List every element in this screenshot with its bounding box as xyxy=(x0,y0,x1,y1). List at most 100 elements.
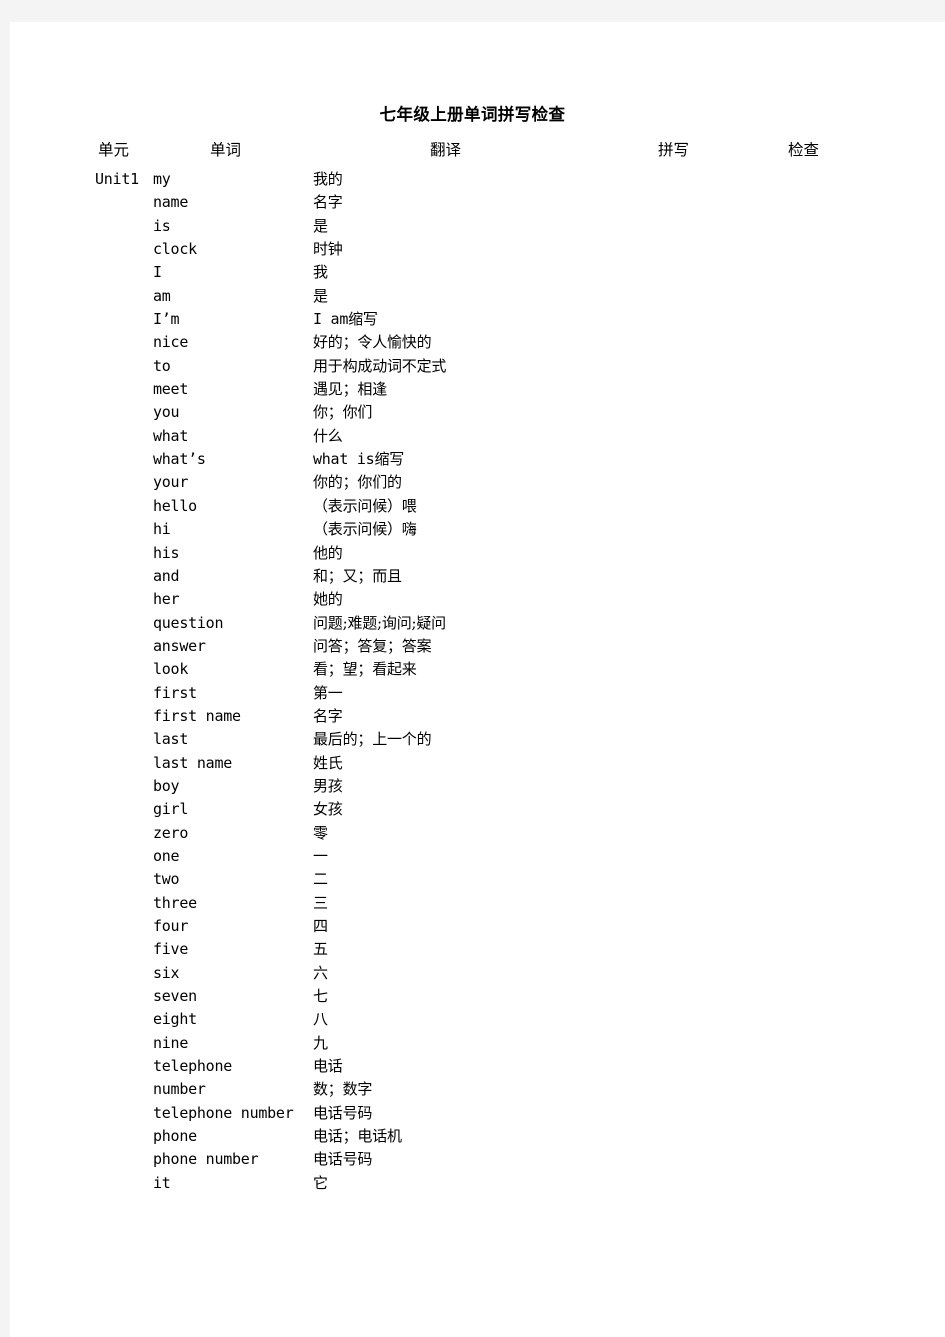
table-row: last name 姓氏 xyxy=(10,752,945,775)
table-row: one 一 xyxy=(10,845,945,868)
table-row: last 最后的；上一个的 xyxy=(10,728,945,751)
cell-translation: 六 xyxy=(313,963,328,982)
cell-translation: 电话；电话机 xyxy=(313,1127,402,1146)
table-row: what 什么 xyxy=(10,425,945,448)
cell-word: hello xyxy=(153,496,197,515)
cell-word: three xyxy=(153,893,197,912)
cell-translation: 什么 xyxy=(313,426,343,445)
cell-word: nice xyxy=(153,333,189,352)
cell-word: first xyxy=(153,683,197,702)
cell-word: to xyxy=(153,356,171,375)
cell-word: what xyxy=(153,426,189,445)
page-sheet: 七年级上册单词拼写检查 单元 单词 翻译 拼写 检查 Unit1 my 我的 name… xyxy=(10,22,945,1337)
table-row: girl 女孩 xyxy=(10,798,945,821)
table-row: nice 好的；令人愉快的 xyxy=(10,331,945,354)
cell-word: girl xyxy=(153,800,189,819)
cell-translation: 名字 xyxy=(313,193,343,212)
table-row: to 用于构成动词不定式 xyxy=(10,355,945,378)
cell-word: answer xyxy=(153,636,206,655)
table-row: what’s what is缩写 xyxy=(10,448,945,471)
table-row: your 你的；你们的 xyxy=(10,471,945,494)
column-header-check: 检查 xyxy=(788,141,820,159)
cell-word: clock xyxy=(153,240,197,259)
cell-translation: 是 xyxy=(313,216,328,235)
table-row: I’m I am缩写 xyxy=(10,308,945,331)
cell-translation: 名字 xyxy=(313,706,343,725)
table-row: nine 九 xyxy=(10,1032,945,1055)
table-row: meet 遇见；相逢 xyxy=(10,378,945,401)
table-row: first 第一 xyxy=(10,682,945,705)
table-row: I我 xyxy=(10,261,945,284)
cell-word: phone xyxy=(153,1127,197,1146)
cell-word: last xyxy=(153,730,189,749)
cell-word: zero xyxy=(153,823,189,842)
cell-translation: 五 xyxy=(313,940,328,959)
cell-translation: 问题;难题;询问;疑问 xyxy=(313,613,446,632)
cell-translation: 他的 xyxy=(313,543,343,562)
page-margin-frame: 七年级上册单词拼写检查 单元 单词 翻译 拼写 检查 Unit1 my 我的 name… xyxy=(0,0,945,1337)
cell-translation: 电话 xyxy=(313,1057,343,1076)
table-row: seven 七 xyxy=(10,985,945,1008)
cell-translation: 你；你们 xyxy=(313,403,373,422)
cell-translation: 它 xyxy=(313,1173,328,1192)
cell-translation: 九 xyxy=(313,1033,328,1052)
cell-word: nine xyxy=(153,1033,189,1052)
table-row: name 名字 xyxy=(10,191,945,214)
cell-word: telephone number xyxy=(153,1103,294,1122)
cell-word: what’s xyxy=(153,450,206,469)
cell-word: four xyxy=(153,917,189,935)
cell-translation: 第一 xyxy=(313,683,343,702)
cell-translation: 看；望；看起来 xyxy=(313,660,417,679)
column-header-translation: 翻译 xyxy=(430,141,462,159)
cell-word: look xyxy=(153,660,189,679)
cell-translation: 是 xyxy=(313,286,328,305)
table-row: telephone number 电话号码 xyxy=(10,1102,945,1125)
table-row: you 你；你们 xyxy=(10,401,945,424)
cell-translation: 一 xyxy=(313,846,328,865)
table-header-row: 单元 单词 翻译 拼写 检查 xyxy=(10,139,945,165)
cell-translation: （表示问候）嗨 xyxy=(313,520,417,539)
table-row: Unit1 my 我的 xyxy=(10,168,945,191)
table-row: boy 男孩 xyxy=(10,775,945,798)
cell-word: I xyxy=(153,263,162,282)
table-row: hi （表示问候）嗨 xyxy=(10,518,945,541)
table-row: six 六 xyxy=(10,962,945,985)
cell-word: number xyxy=(153,1080,206,1099)
cell-word: six xyxy=(153,963,180,982)
table-row: number 数；数字 xyxy=(10,1078,945,1101)
cell-translation: 女孩 xyxy=(313,800,343,819)
cell-translation: 三 xyxy=(313,893,328,912)
cell-translation: 问答；答复；答案 xyxy=(313,636,432,655)
cell-translation: 你的；你们的 xyxy=(313,473,402,492)
cell-translation: 数；数字 xyxy=(313,1080,373,1099)
table-row: and 和；又；而且 xyxy=(10,565,945,588)
cell-word: his xyxy=(153,543,180,562)
cell-word: my xyxy=(153,170,171,188)
cell-translation: 电话号码 xyxy=(313,1103,373,1122)
table-row: three 三 xyxy=(10,892,945,915)
table-row: four 四 xyxy=(10,915,945,938)
table-row: eight 八 xyxy=(10,1008,945,1031)
column-header-word: 单词 xyxy=(210,141,242,159)
table-row: answer 问答；答复；答案 xyxy=(10,635,945,658)
cell-word: five xyxy=(153,940,189,959)
cell-translation: 我的 xyxy=(313,170,343,188)
cell-unit: Unit1 xyxy=(95,170,139,188)
cell-word: name xyxy=(153,193,189,212)
table-row: her 她的 xyxy=(10,588,945,611)
cell-word: first name xyxy=(153,706,241,725)
cell-word: two xyxy=(153,870,180,889)
cell-translation: 零 xyxy=(313,823,328,842)
cell-translation: 二 xyxy=(313,870,328,889)
worksheet-document: 七年级上册单词拼写检查 单元 单词 翻译 拼写 检查 Unit1 my 我的 name… xyxy=(10,22,945,1337)
cell-translation: what is缩写 xyxy=(313,450,404,469)
table-row: first name 名字 xyxy=(10,705,945,728)
table-row: hello （表示问候）喂 xyxy=(10,495,945,518)
table-row: it 它 xyxy=(10,1172,945,1195)
cell-translation: 七 xyxy=(313,987,328,1006)
cell-word: last name xyxy=(153,753,233,772)
cell-translation: 四 xyxy=(313,917,328,935)
word-list-body: Unit1 my 我的 name 名字 is 是 clock 时钟 I 我 am 是 I’m I am缩写 n… xyxy=(10,168,945,1195)
cell-word: am xyxy=(153,286,171,305)
cell-translation: I am缩写 xyxy=(313,310,378,329)
